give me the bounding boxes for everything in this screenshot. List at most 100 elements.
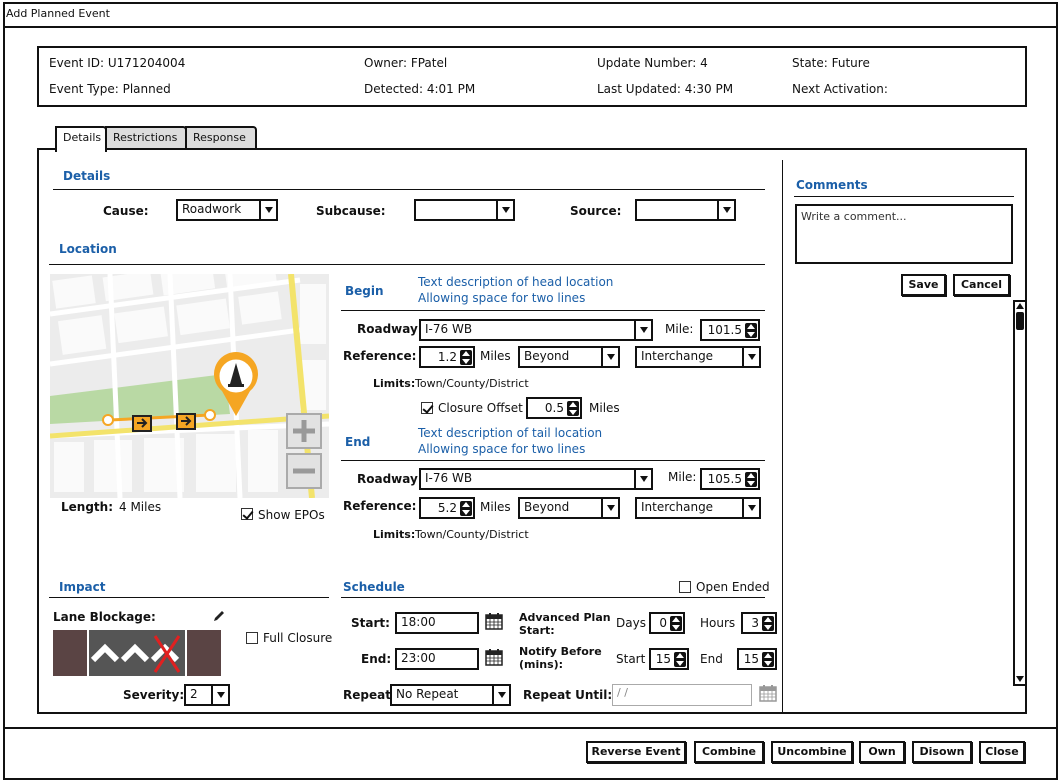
location-divider <box>49 264 765 265</box>
end-roadway-label: Roadway: <box>357 472 423 486</box>
schedule-section-title: Schedule <box>343 580 405 594</box>
details-panel: Details Cause: Roadwork Subcause: Source… <box>37 148 1027 714</box>
spinner-icon[interactable] <box>674 652 686 667</box>
begin-mile-stepper[interactable]: 101.5 <box>700 319 760 341</box>
show-epos-checkbox[interactable] <box>241 508 253 520</box>
end-mile-label: Mile: <box>668 470 697 484</box>
source-select[interactable] <box>635 199 736 221</box>
end-direction-select[interactable]: Beyond <box>518 497 620 519</box>
details-section-title: Details <box>63 169 111 183</box>
notify-end-label: End <box>700 652 723 666</box>
tab-restrictions[interactable]: Restrictions <box>105 126 187 150</box>
hours-value: 3 <box>751 616 759 630</box>
tab-details[interactable]: Details <box>55 126 107 152</box>
notify-before-label: Notify Before <box>519 645 602 658</box>
calendar-icon[interactable] <box>758 683 778 703</box>
scroll-thumb[interactable] <box>1016 312 1024 330</box>
end-ref-type-value: Interchange <box>641 500 714 514</box>
combine-button[interactable]: Combine <box>694 741 764 763</box>
scroll-down-icon[interactable] <box>1016 676 1024 682</box>
calendar-icon[interactable] <box>484 647 504 667</box>
comments-column-divider <box>782 160 783 712</box>
spinner-icon[interactable] <box>567 401 579 416</box>
comment-cancel-button[interactable]: Cancel <box>953 274 1010 296</box>
hours-label: Hours <box>700 616 736 630</box>
begin-reference-stepper[interactable]: 1.2 <box>419 346 475 368</box>
start-time-input[interactable]: 18:00 <box>395 612 479 634</box>
begin-reference-value: 1.2 <box>437 350 457 364</box>
event-info-header: Event ID: U171204004 Event Type: Planned… <box>37 46 1027 107</box>
end-mile-stepper[interactable]: 105.5 <box>700 468 760 490</box>
hours-stepper[interactable]: 3 <box>741 612 777 634</box>
full-closure-checkbox[interactable] <box>246 632 258 644</box>
start-label: Start: <box>351 616 390 630</box>
lane-blockage-diagram[interactable] <box>53 630 221 676</box>
comment-textarea[interactable]: Write a comment... <box>795 204 1013 264</box>
closure-offset-checkbox[interactable] <box>421 402 433 414</box>
open-ended-checkbox[interactable] <box>679 581 691 593</box>
days-stepper[interactable]: 0 <box>649 612 685 634</box>
spinner-icon[interactable] <box>460 350 472 365</box>
chevron-down-icon <box>742 499 759 517</box>
comments-scrollbar[interactable] <box>1013 300 1027 686</box>
cause-select[interactable]: Roadwork <box>176 199 278 221</box>
closure-offset-stepper[interactable]: 0.5 <box>526 397 582 419</box>
begin-desc-line2: Allowing space for two lines <box>418 291 586 305</box>
end-roadway-select[interactable]: I-76 WB <box>419 468 653 490</box>
pencil-icon[interactable] <box>212 609 226 623</box>
notify-start-value: 15 <box>655 652 671 666</box>
close-button[interactable]: Close <box>979 741 1025 763</box>
event-state: State: Future <box>792 56 870 70</box>
spinner-icon[interactable] <box>745 472 757 487</box>
subcause-select[interactable] <box>414 199 515 221</box>
impact-section-title: Impact <box>59 580 106 594</box>
end-time-input[interactable]: 23:00 <box>395 648 479 670</box>
begin-reference-label: Reference: <box>343 349 417 363</box>
comments-divider <box>794 196 1014 197</box>
schedule-divider <box>341 597 765 598</box>
begin-ref-type-select[interactable]: Interchange <box>635 346 761 368</box>
disown-button[interactable]: Disown <box>912 741 972 763</box>
event-type: Event Type: Planned <box>49 82 171 96</box>
repeat-until-label: Repeat Until: <box>523 688 613 702</box>
chevron-down-icon <box>742 348 759 366</box>
notify-end-stepper[interactable]: 15 <box>737 648 777 670</box>
begin-limits-value: Town/County/District <box>415 377 529 390</box>
spinner-icon[interactable] <box>670 616 682 631</box>
scroll-up-icon[interactable] <box>1016 303 1024 309</box>
repeat-select[interactable]: No Repeat <box>390 684 511 706</box>
notify-before-label-2: (mins): <box>519 658 564 671</box>
own-button[interactable]: Own <box>859 741 905 763</box>
length-value: 4 Miles <box>119 500 162 514</box>
chevron-down-icon <box>634 470 651 488</box>
tab-response[interactable]: Response <box>185 126 257 150</box>
spinner-icon[interactable] <box>745 323 757 338</box>
end-divider <box>341 460 765 461</box>
reverse-event-button[interactable]: Reverse Event <box>586 741 686 763</box>
spinner-icon[interactable] <box>460 501 472 516</box>
severity-label: Severity: <box>123 688 185 702</box>
notify-start-stepper[interactable]: 15 <box>649 648 689 670</box>
begin-direction-select[interactable]: Beyond <box>518 346 620 368</box>
end-ref-type-select[interactable]: Interchange <box>635 497 761 519</box>
location-map[interactable] <box>50 274 329 498</box>
end-limits-value: Town/County/District <box>415 528 529 541</box>
severity-select[interactable]: 2 <box>184 684 230 706</box>
closure-offset-value: 0.5 <box>544 401 564 415</box>
begin-direction-value: Beyond <box>524 349 570 363</box>
begin-mile-label: Mile: <box>665 322 694 336</box>
comments-section-title: Comments <box>796 178 868 192</box>
calendar-icon[interactable] <box>484 611 504 631</box>
repeat-until-input[interactable]: / / <box>612 684 752 706</box>
closure-offset-label: Closure Offset <box>438 401 523 415</box>
end-desc-line2: Allowing space for two lines <box>418 442 586 456</box>
begin-roadway-select[interactable]: I-76 WB <box>419 319 653 341</box>
open-ended-label: Open Ended <box>696 580 770 594</box>
spinner-icon[interactable] <box>762 652 774 667</box>
end-reference-stepper[interactable]: 5.2 <box>419 497 475 519</box>
owner: Owner: FPatel <box>364 56 448 70</box>
uncombine-button[interactable]: Uncombine <box>771 741 853 763</box>
comment-save-button[interactable]: Save <box>901 274 946 296</box>
spinner-icon[interactable] <box>762 616 774 631</box>
show-epos-label: Show EPOs <box>258 508 325 522</box>
